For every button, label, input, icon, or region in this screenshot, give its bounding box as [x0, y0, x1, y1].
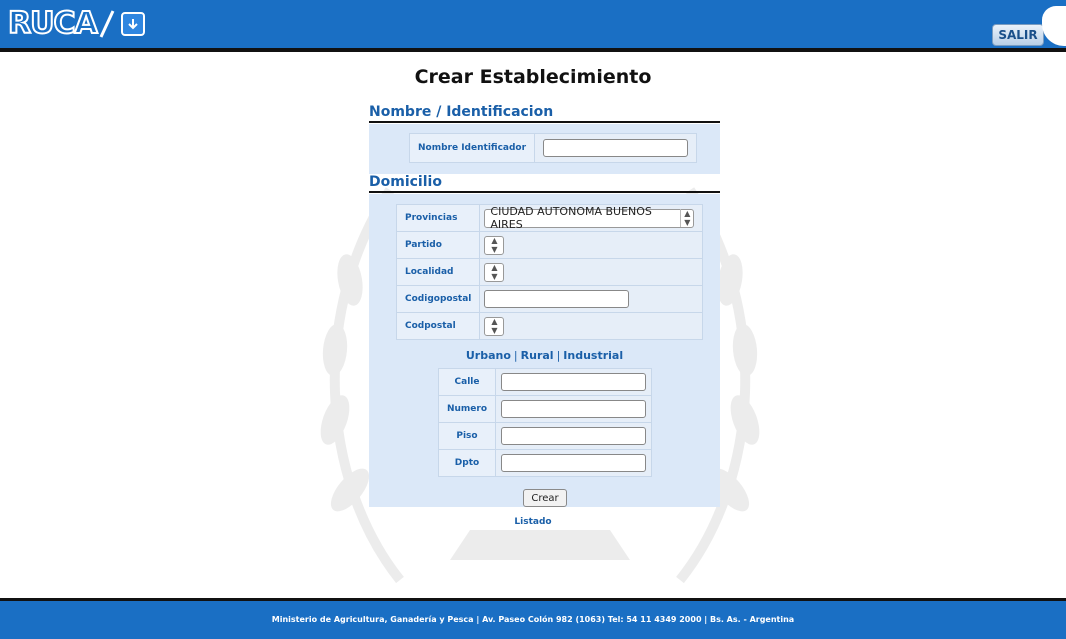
- provincias-selected-value: CIUDAD AUTONOMA BUENOS AIRES: [490, 205, 652, 232]
- codpostal-label: Codpostal: [395, 312, 481, 340]
- section-title-nombre: Nombre / Identificacion: [369, 104, 720, 123]
- logout-button[interactable]: SALIR: [992, 24, 1044, 46]
- link-industrial[interactable]: Industrial: [563, 349, 623, 362]
- logo-text: RUCA: [7, 6, 99, 42]
- dpto-input[interactable]: [501, 454, 646, 472]
- form-row-codpostal: Codpostal ▲ ▼: [395, 312, 704, 340]
- provincias-label: Provincias: [395, 204, 481, 232]
- establishment-type-links: Urbano | Rural | Industrial: [369, 349, 720, 362]
- codigopostal-label: Codigopostal: [395, 285, 481, 313]
- address-form: Calle Numero Piso Dpto: [438, 368, 652, 477]
- top-bar: RUCA SALIR: [0, 0, 1066, 52]
- section-title-domicilio: Domicilio: [369, 174, 720, 193]
- ruca-logo[interactable]: RUCA: [7, 6, 145, 42]
- crear-button[interactable]: Crear: [523, 489, 567, 507]
- form-row-calle: Calle: [438, 368, 652, 396]
- localidad-select[interactable]: ▲ ▼: [484, 262, 505, 282]
- select-arrows-icon: ▲ ▼: [491, 236, 498, 254]
- piso-label: Piso: [438, 422, 496, 450]
- select-arrows-icon: ▲ ▼: [491, 317, 498, 335]
- separator: |: [556, 349, 561, 362]
- page-title: Crear Establecimiento: [414, 66, 652, 88]
- calle-input[interactable]: [501, 373, 646, 391]
- numero-label: Numero: [438, 395, 496, 423]
- footer: Ministerio de Agricultura, Ganadería y P…: [0, 598, 1066, 639]
- calle-label: Calle: [438, 368, 496, 396]
- codpostal-select[interactable]: ▲ ▼: [484, 316, 505, 336]
- logo-slash-icon: [99, 10, 115, 38]
- footer-text: Ministerio de Agricultura, Ganadería y P…: [271, 615, 795, 624]
- domicilio-form: Provincias CIUDAD AUTONOMA BUENOS AIRES …: [395, 204, 704, 340]
- form-row-localidad: Localidad ▲ ▼: [395, 258, 704, 286]
- separator: |: [513, 349, 518, 362]
- provincias-select[interactable]: CIUDAD AUTONOMA BUENOS AIRES ▲ ▼: [484, 205, 695, 231]
- nombre-form: Nombre Identificador: [408, 133, 698, 163]
- dpto-label: Dpto: [438, 449, 496, 477]
- codigopostal-input[interactable]: [484, 290, 630, 308]
- form-row-numero: Numero: [438, 395, 652, 423]
- page-curl-decoration: [1042, 6, 1066, 46]
- form-row-partido: Partido ▲ ▼: [395, 231, 704, 259]
- piso-input[interactable]: [501, 427, 646, 445]
- download-arrow-icon: [120, 12, 145, 36]
- nombre-identificador-input[interactable]: [543, 139, 689, 157]
- partido-label: Partido: [395, 231, 481, 259]
- form-row-codigopostal: Codigopostal: [395, 285, 704, 313]
- numero-input[interactable]: [501, 400, 646, 418]
- form-row-dpto: Dpto: [438, 449, 652, 477]
- link-rural[interactable]: Rural: [521, 349, 554, 362]
- select-arrows-icon: ▲ ▼: [491, 263, 498, 281]
- partido-select[interactable]: ▲ ▼: [484, 235, 505, 255]
- link-urbano[interactable]: Urbano: [466, 349, 511, 362]
- nombre-label: Nombre Identificador: [408, 133, 536, 163]
- listado-link[interactable]: Listado: [0, 517, 1066, 527]
- form-row-nombre: Nombre Identificador: [408, 133, 698, 163]
- form-row-piso: Piso: [438, 422, 652, 450]
- panel-nombre: Nombre Identificador: [369, 124, 720, 174]
- form-row-provincias: Provincias CIUDAD AUTONOMA BUENOS AIRES …: [395, 204, 704, 232]
- select-arrows-icon: ▲ ▼: [680, 209, 690, 228]
- localidad-label: Localidad: [395, 258, 481, 286]
